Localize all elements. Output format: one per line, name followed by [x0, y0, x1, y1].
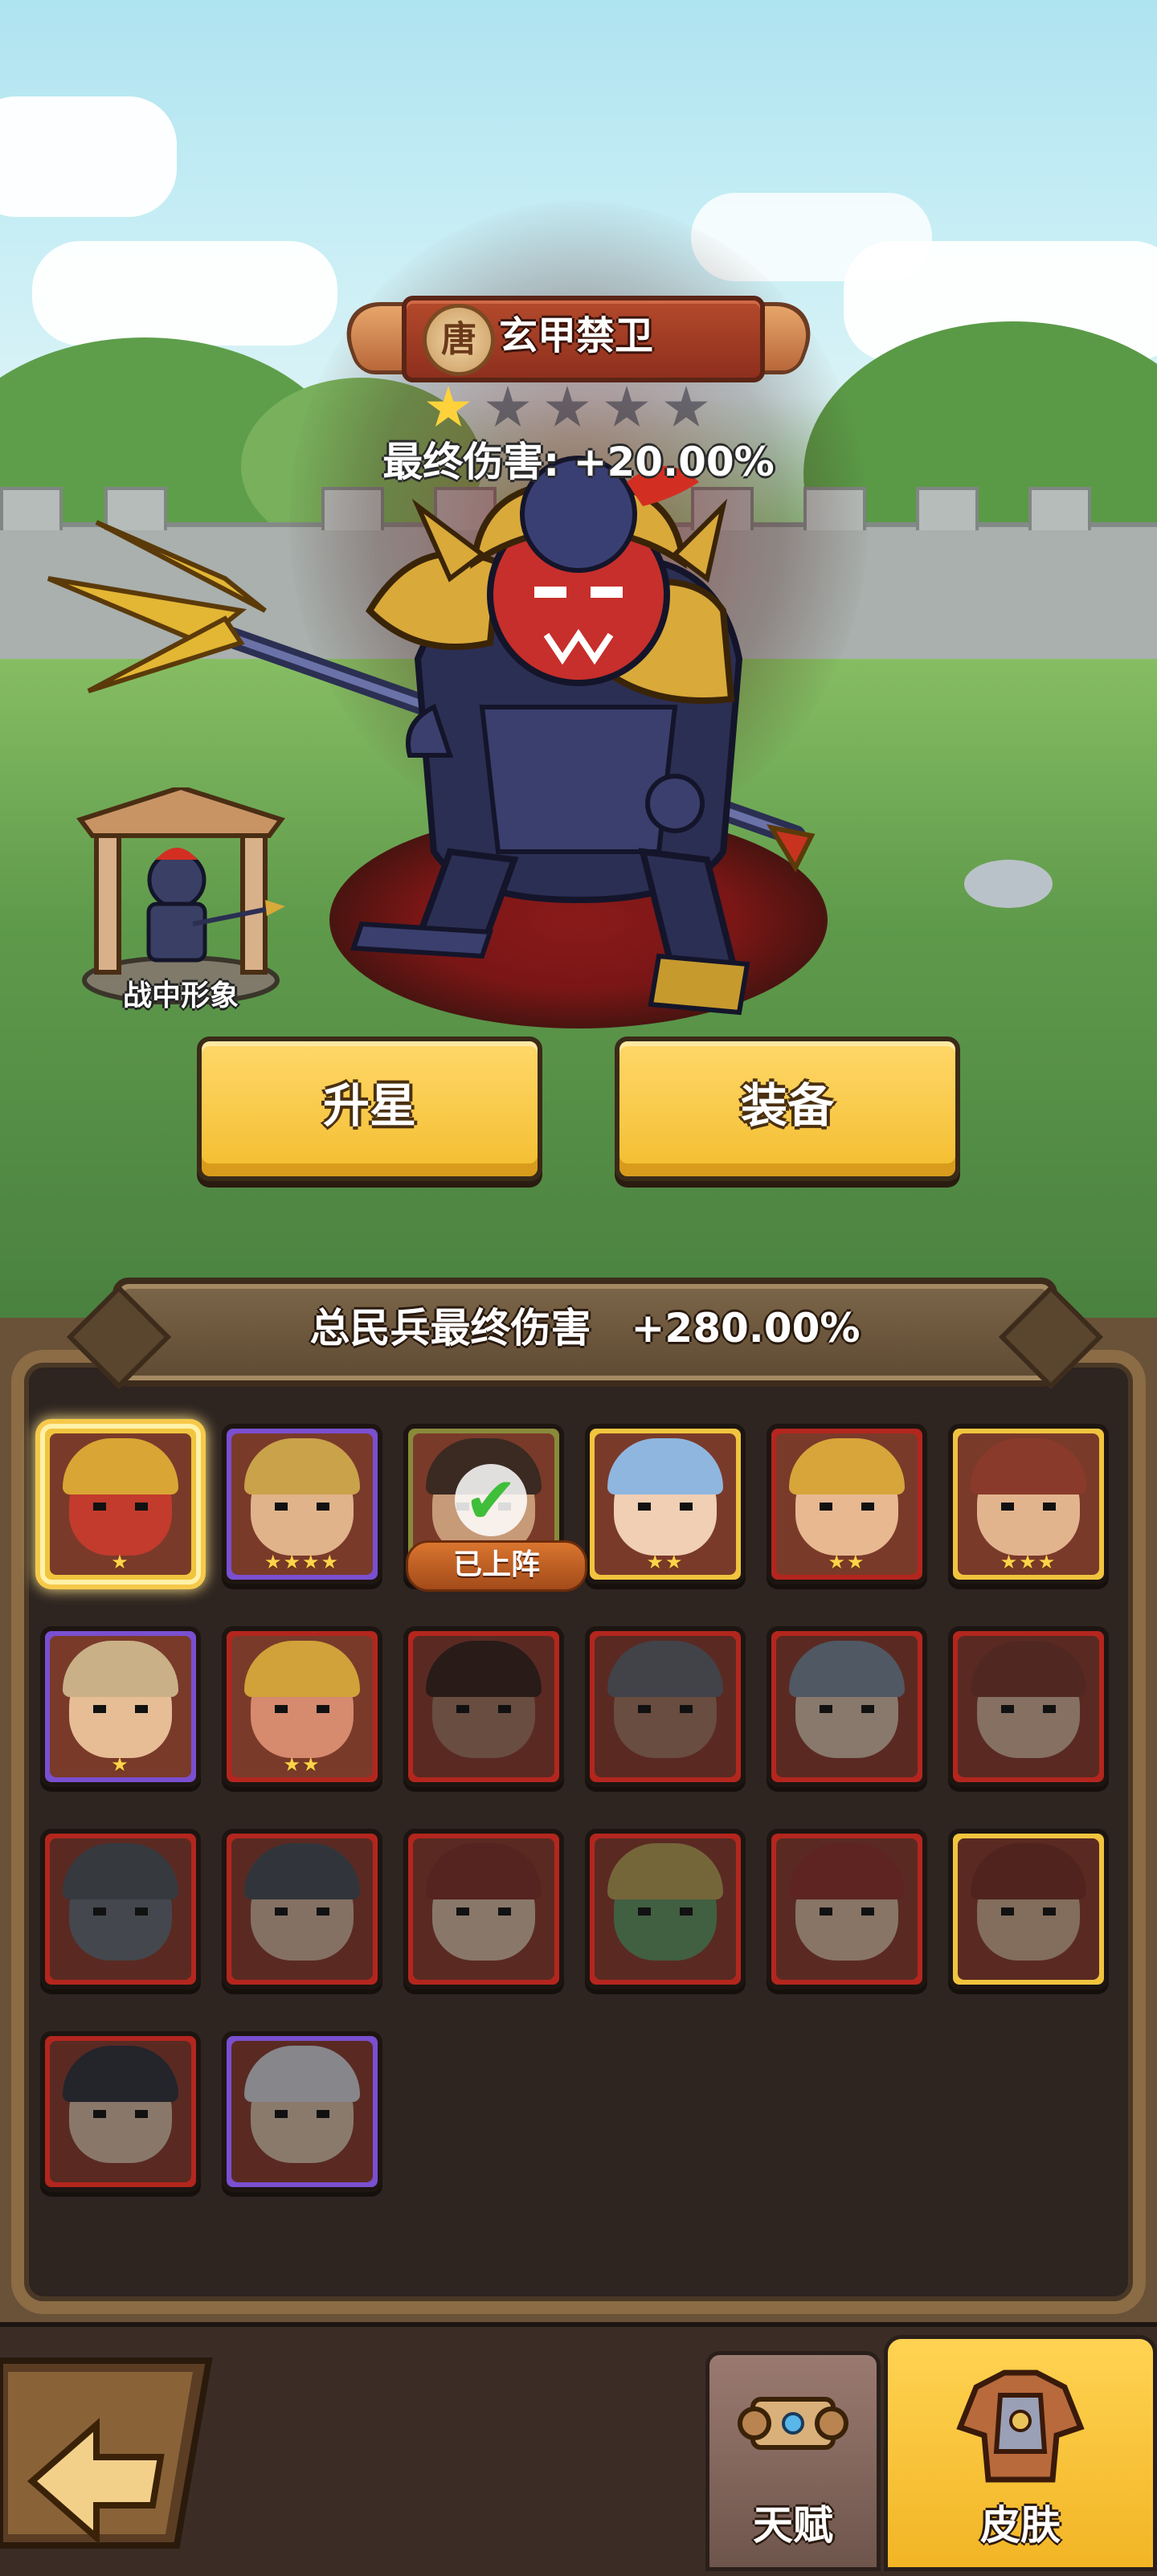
- skin-eyes: [93, 1705, 148, 1713]
- skin-tile[interactable]: [767, 1829, 927, 1989]
- deployed-badge: 已上阵: [406, 1540, 587, 1592]
- scroll-icon: [738, 2397, 848, 2450]
- skin-tile[interactable]: ★: [40, 1424, 201, 1584]
- skin-tile[interactable]: ★★★★: [222, 1424, 382, 1584]
- skin-eyes: [1001, 1907, 1056, 1916]
- armor-icon: [956, 2370, 1085, 2483]
- battle-image-label: 战中形象: [122, 979, 239, 1012]
- skin-tile[interactable]: [222, 1829, 382, 1989]
- tab-skin[interactable]: 皮肤: [884, 2335, 1157, 2571]
- star-icon: [664, 386, 708, 427]
- skin-tile[interactable]: [585, 1626, 746, 1787]
- star-icon: [546, 386, 589, 427]
- skin-tile[interactable]: [40, 1829, 201, 1989]
- skin-eyes: [93, 2110, 148, 2118]
- skin-eyes: [820, 1907, 874, 1916]
- skin-tile[interactable]: ★★: [222, 1626, 382, 1787]
- total-damage-text: 总民兵最终伤害 +280.00%: [119, 1284, 1051, 1380]
- skin-tile[interactable]: ★★: [767, 1424, 927, 1584]
- skin-tile[interactable]: [948, 1626, 1109, 1787]
- skin-eyes: [638, 1907, 693, 1916]
- skin-tile[interactable]: [403, 1626, 564, 1787]
- skin-star-rating: ★: [111, 1551, 130, 1573]
- skin-eyes: [93, 1907, 148, 1916]
- total-damage-banner: 总民兵最终伤害 +280.00%: [66, 1278, 1104, 1390]
- skin-tile[interactable]: ★★: [585, 1424, 746, 1584]
- back-arrow-icon: [0, 2357, 213, 2549]
- skin-tile[interactable]: ★★★: [948, 1424, 1109, 1584]
- skin-eyes: [820, 1705, 874, 1713]
- skin-eyes: [1001, 1503, 1056, 1511]
- equip-button[interactable]: 装备: [615, 1037, 960, 1181]
- total-damage-label: 总民兵最终伤害: [309, 1305, 591, 1351]
- skin-star-rating: ★★: [283, 1753, 321, 1776]
- skin-tile[interactable]: [948, 1829, 1109, 1989]
- skin-eyes: [1001, 1705, 1056, 1713]
- back-button[interactable]: [0, 2353, 217, 2554]
- final-damage-stat: 最终伤害: +20.00%: [382, 439, 775, 485]
- star-up-button[interactable]: 升星: [197, 1037, 542, 1181]
- skin-eyes: [93, 1503, 148, 1511]
- hero-name: 玄甲禁卫: [499, 313, 654, 358]
- star-icon: [486, 386, 529, 427]
- star-icon: [605, 386, 648, 427]
- skin-tile[interactable]: [585, 1829, 746, 1989]
- skin-star-rating: ★: [111, 1753, 130, 1776]
- tab-skin-label: 皮肤: [980, 2502, 1061, 2549]
- hero-name-banner: 唐 玄甲禁卫: [332, 296, 825, 384]
- skin-star-rating: ★★: [828, 1551, 866, 1573]
- hero-star-rating: [426, 386, 731, 434]
- skin-tile[interactable]: ★: [40, 1626, 201, 1787]
- total-damage-value: +280.00%: [631, 1305, 861, 1351]
- faction-badge: 唐: [423, 304, 495, 376]
- skin-eyes: [456, 1705, 511, 1713]
- skin-tile[interactable]: [403, 1829, 564, 1989]
- skin-eyes: [275, 1503, 329, 1511]
- skin-eyes: [820, 1503, 874, 1511]
- skin-tile[interactable]: [222, 2031, 382, 2192]
- skin-star-rating: ★★: [646, 1551, 685, 1573]
- skin-eyes: [275, 2110, 329, 2118]
- tab-talent[interactable]: 天赋: [705, 2351, 881, 2571]
- skin-tile[interactable]: [767, 1626, 927, 1787]
- skin-eyes: [275, 1907, 329, 1916]
- name-plate: 唐 玄甲禁卫: [402, 296, 765, 382]
- skin-star-rating: ★★★★: [264, 1551, 341, 1573]
- skin-tile[interactable]: [40, 2031, 201, 2192]
- skin-star-rating: ★★★: [1000, 1551, 1057, 1573]
- skin-eyes: [638, 1503, 693, 1511]
- tab-talent-label: 天赋: [753, 2502, 833, 2549]
- check-icon: ✔: [455, 1464, 527, 1538]
- star-icon: [427, 386, 470, 427]
- hero-scene: 唐 玄甲禁卫 最终伤害: +20.00% 战中形象 升星 装备: [0, 0, 1157, 1318]
- skin-eyes: [456, 1907, 511, 1916]
- skin-eyes: [638, 1705, 693, 1713]
- skin-eyes: [275, 1705, 329, 1713]
